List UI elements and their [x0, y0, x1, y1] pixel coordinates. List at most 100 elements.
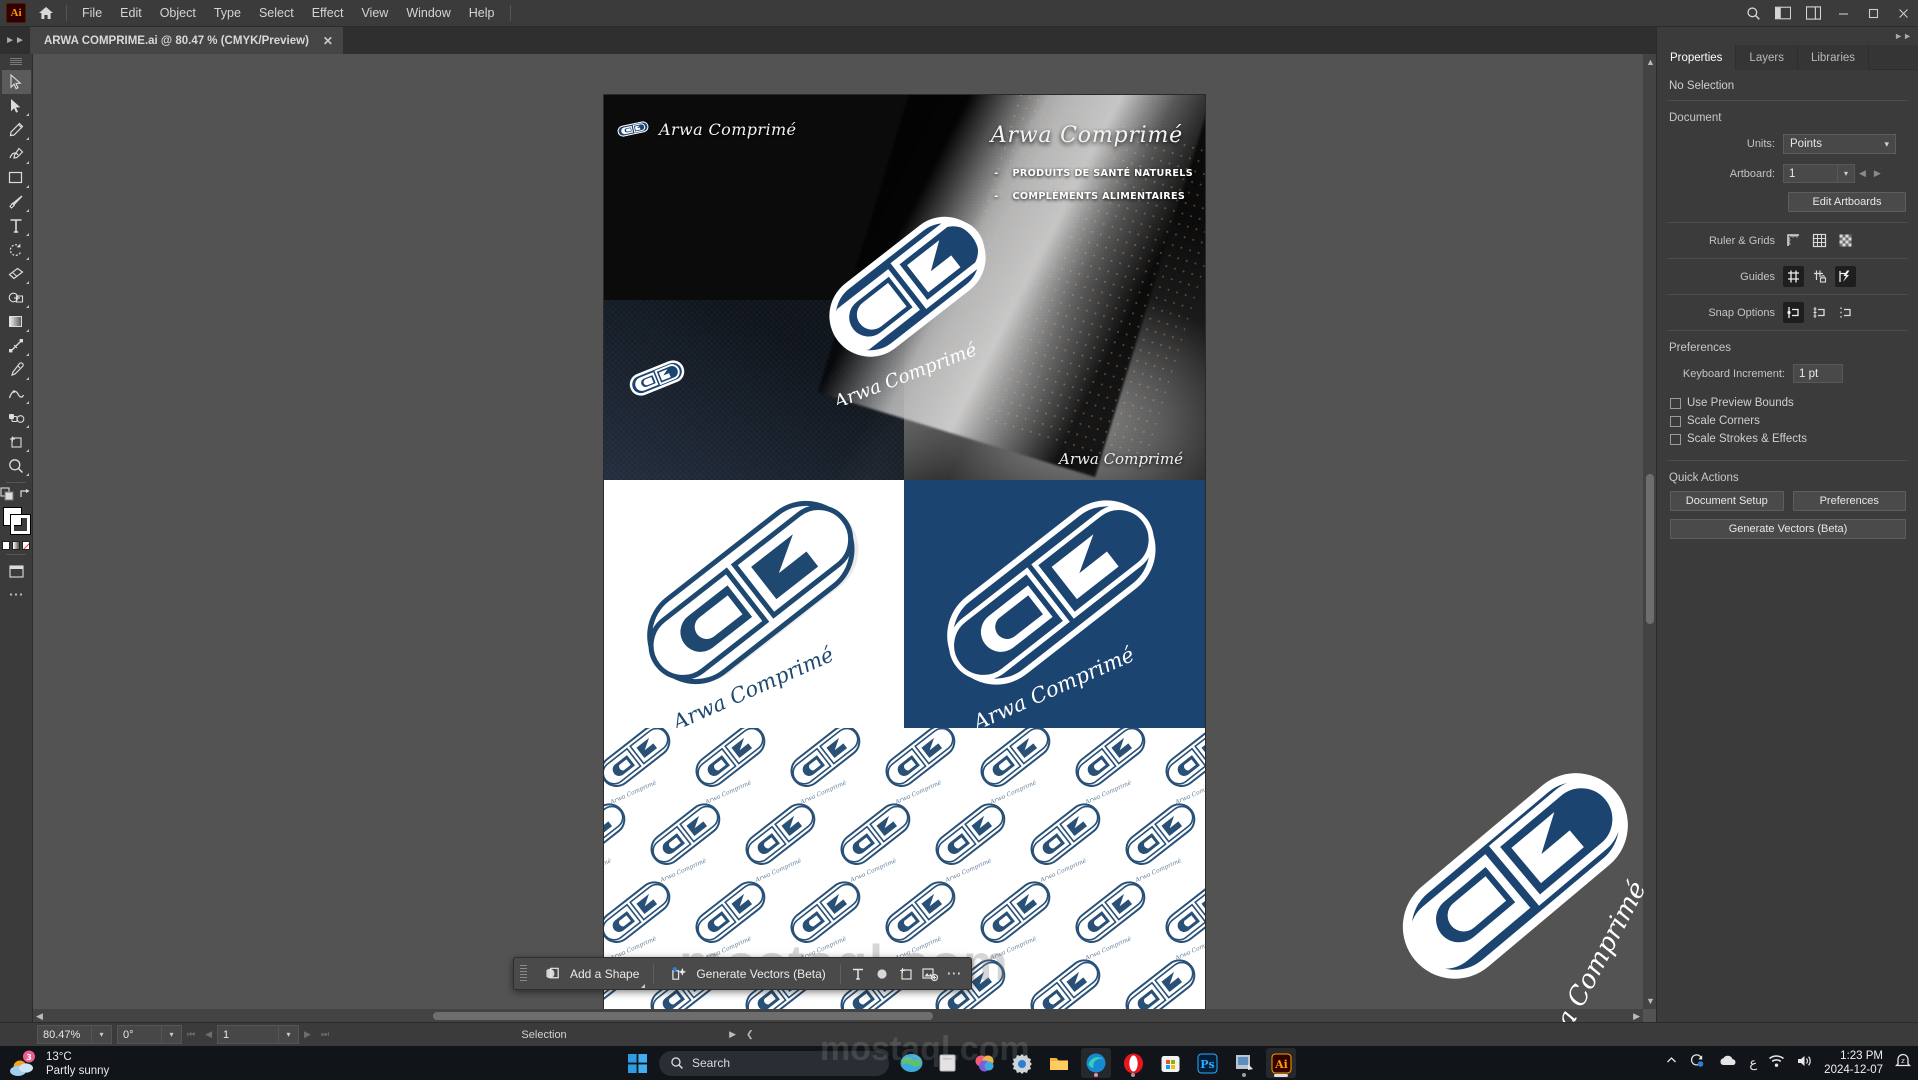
edge-browser-icon[interactable]: [1081, 1048, 1111, 1078]
fill-stroke-swatches[interactable]: [2, 506, 31, 535]
panel-expand-icon[interactable]: ►►: [0, 27, 30, 54]
start-button[interactable]: [622, 1048, 652, 1078]
width-tool[interactable]: [2, 382, 31, 406]
preferences-button[interactable]: Preferences: [1792, 491, 1906, 511]
screen-mode-icon[interactable]: [2, 559, 31, 583]
show-transparency-grid-icon[interactable]: [1835, 230, 1856, 251]
illustrator-icon[interactable]: Ai: [1266, 1048, 1296, 1078]
photos-icon[interactable]: [970, 1048, 1000, 1078]
artboard-number-input[interactable]: 1: [1783, 164, 1838, 183]
pen-tool[interactable]: [2, 118, 31, 142]
more-options-icon[interactable]: ⋯: [943, 962, 965, 986]
search-box[interactable]: Search: [659, 1050, 889, 1076]
clock[interactable]: 1:23 PM 2024-12-07: [1824, 1049, 1883, 1077]
gradient-tool[interactable]: [2, 310, 31, 334]
edit-artboards-button[interactable]: Edit Artboards: [1788, 192, 1906, 212]
menu-effect[interactable]: Effect: [303, 2, 353, 24]
tab-layers[interactable]: Layers: [1736, 45, 1798, 70]
snap-to-pixel-icon[interactable]: [1835, 302, 1856, 323]
microsoft-store-icon[interactable]: [1155, 1048, 1185, 1078]
menu-window[interactable]: Window: [397, 2, 459, 24]
rotation-dropdown-chevron-icon[interactable]: ▾: [162, 1025, 182, 1044]
rectangle-tool[interactable]: [2, 166, 31, 190]
artboard-dropdown-chevron-icon[interactable]: ▾: [279, 1025, 300, 1044]
rotation-input[interactable]: 0°: [117, 1025, 162, 1044]
next-artboard-icon[interactable]: ▶: [1870, 168, 1885, 179]
next-artboard-icon[interactable]: ▶: [299, 1029, 316, 1040]
status-menu-arrow-icon[interactable]: ▶: [724, 1029, 741, 1040]
zoom-level-input[interactable]: 80.47%: [37, 1025, 92, 1044]
opera-browser-icon[interactable]: [1118, 1048, 1148, 1078]
last-artboard-icon[interactable]: ⏭: [316, 1029, 334, 1040]
contextual-toolbar[interactable]: Add a Shape Generate Vectors (Beta) ⋯: [513, 957, 972, 990]
shape-builder-tool[interactable]: [2, 286, 31, 310]
menu-object[interactable]: Object: [151, 2, 205, 24]
color-swatch-icon[interactable]: [2, 541, 10, 550]
toolbar-grip[interactable]: [10, 58, 22, 65]
free-transform-tool[interactable]: [2, 334, 31, 358]
capture-icon[interactable]: [1229, 1048, 1259, 1078]
units-select[interactable]: Points ▾: [1783, 134, 1896, 154]
canvas-vertical-scroll-thumb[interactable]: [1646, 474, 1654, 624]
curvature-tool[interactable]: [2, 142, 31, 166]
widgets-earth-icon[interactable]: [896, 1048, 926, 1078]
arrange-documents-icon[interactable]: [1768, 0, 1798, 27]
artboard-icon[interactable]: [895, 962, 917, 986]
edit-toolbar-icon[interactable]: ⋯: [2, 583, 31, 607]
contextual-toolbar-grip[interactable]: [520, 965, 527, 982]
weather-widget[interactable]: 3 13°C Partly sunny: [8, 1050, 109, 1078]
panel-collapse-icon[interactable]: ►►: [1657, 27, 1918, 45]
first-artboard-icon[interactable]: ⏮: [182, 1029, 200, 1040]
wifi-icon[interactable]: [1768, 1054, 1785, 1073]
search-icon[interactable]: [1738, 0, 1768, 27]
direct-selection-tool[interactable]: [2, 94, 31, 118]
window-minimize-button[interactable]: [1828, 0, 1858, 27]
show-guides-icon[interactable]: [1783, 266, 1804, 287]
folder-icon[interactable]: [1044, 1048, 1074, 1078]
language-icon[interactable]: ع: [1749, 1055, 1757, 1071]
menu-type[interactable]: Type: [205, 2, 250, 24]
onedrive-icon[interactable]: [1718, 1054, 1738, 1073]
scroll-left-arrow-icon[interactable]: ◀: [36, 1011, 43, 1022]
artboard-tool[interactable]: [2, 430, 31, 454]
stroke-color-swatch[interactable]: [9, 514, 31, 535]
keyboard-increment-input[interactable]: 1 pt: [1793, 364, 1843, 383]
symbol-sprayer-tool[interactable]: [2, 406, 31, 430]
ellipse-icon[interactable]: [871, 962, 893, 986]
menu-view[interactable]: View: [352, 2, 397, 24]
file-explorer-icon[interactable]: [933, 1048, 963, 1078]
canvas-area[interactable]: Arwa Comprimé Arwa Comprimé Arwa Comprim…: [33, 54, 1656, 1022]
volume-icon[interactable]: [1796, 1054, 1813, 1073]
menu-help[interactable]: Help: [460, 2, 504, 24]
snap-to-grid-icon[interactable]: [1809, 302, 1830, 323]
artboard-dropdown-chevron-icon[interactable]: ▾: [1838, 164, 1855, 183]
use-preview-bounds-checkbox[interactable]: Use Preview Bounds: [1657, 394, 1918, 412]
workspace-switcher-icon[interactable]: [1798, 0, 1828, 27]
tab-libraries[interactable]: Libraries: [1797, 45, 1870, 70]
generate-vectors-button[interactable]: Generate Vectors (Beta): [660, 958, 833, 990]
type-icon[interactable]: [847, 962, 869, 986]
zoom-tool[interactable]: [2, 454, 31, 478]
chevron-up-icon[interactable]: [1665, 1054, 1678, 1072]
zoom-dropdown-chevron-icon[interactable]: ▾: [92, 1025, 112, 1044]
sync-icon[interactable]: [1689, 1053, 1707, 1074]
notifications-icon[interactable]: z: [1894, 1052, 1912, 1074]
scale-corners-checkbox[interactable]: Scale Corners: [1657, 412, 1918, 430]
menu-file[interactable]: File: [73, 2, 111, 24]
show-grid-icon[interactable]: [1809, 230, 1830, 251]
add-a-shape-button[interactable]: Add a Shape: [534, 958, 647, 990]
type-tool[interactable]: [2, 214, 31, 238]
photoshop-icon[interactable]: Ps: [1192, 1048, 1222, 1078]
snap-to-point-icon[interactable]: [1783, 302, 1804, 323]
artboard-navigator-input[interactable]: 1: [217, 1025, 280, 1044]
smart-guides-icon[interactable]: [1835, 266, 1856, 287]
rotate-tool[interactable]: [2, 238, 31, 262]
close-icon[interactable]: ✕: [323, 34, 333, 48]
menu-select[interactable]: Select: [250, 2, 303, 24]
eraser-tool[interactable]: [2, 262, 31, 286]
gradient-swatch-icon[interactable]: [12, 541, 20, 550]
document-tab[interactable]: ARWA COMPRIME.ai @ 80.47 % (CMYK/Preview…: [30, 27, 344, 54]
canvas-horizontal-scroll-thumb[interactable]: [433, 1012, 933, 1020]
selection-tool[interactable]: [1, 70, 31, 94]
home-icon[interactable]: [32, 0, 60, 27]
